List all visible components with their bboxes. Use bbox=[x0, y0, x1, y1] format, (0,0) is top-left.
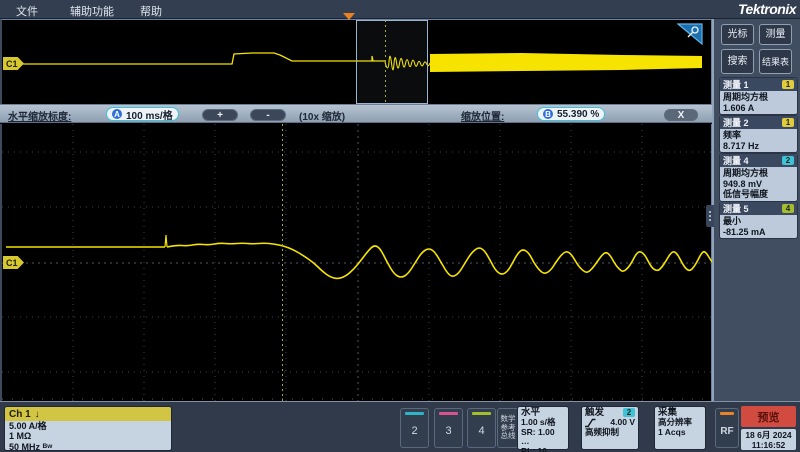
record-length: RL: 10 Mpts bbox=[521, 447, 565, 452]
measurement-value: 8.717 Hz bbox=[723, 141, 794, 152]
zoom-scale-control[interactable]: A 100 ms/格 bbox=[106, 107, 179, 121]
overview-zoom-icon[interactable] bbox=[677, 23, 703, 45]
cursor-button[interactable]: 光标 bbox=[721, 24, 754, 45]
menu-file[interactable]: 文件 bbox=[16, 3, 38, 19]
knob-a-icon: A bbox=[112, 109, 122, 119]
date-label: 18 6月 2024 bbox=[745, 430, 791, 440]
channel1-scale: 5.00 A/格 bbox=[9, 421, 167, 431]
acquisition-badge[interactable]: 采集 高分辨率 1 Acqs bbox=[654, 406, 706, 450]
channel4-button[interactable]: 4 bbox=[467, 408, 496, 448]
acquisition-count: 1 Acqs bbox=[658, 428, 702, 438]
zoom-control-bar: 水平缩放标度: A 100 ms/格 + - (10x 缩放) 缩放位置: B … bbox=[0, 104, 712, 123]
channel1-bandwidth: 50 MHz bbox=[9, 442, 40, 451]
measurement-title: 测量 4 bbox=[723, 154, 749, 167]
menu-help[interactable]: 帮助 bbox=[140, 3, 162, 19]
measurement-title: 测量 5 bbox=[723, 202, 749, 215]
tektronix-logo: Tektronix bbox=[738, 1, 796, 17]
channel1-badge[interactable]: Ch 1 ↓ 5.00 A/格 1 MΩ 50 MHz Bw bbox=[4, 406, 172, 451]
channel1-label: Ch 1 bbox=[9, 409, 31, 420]
measurement-value: 949.8 mV bbox=[723, 179, 794, 190]
trigger-mode: 高频抑制 bbox=[585, 428, 635, 438]
zoom-factor-label: (10x 缩放) bbox=[299, 108, 345, 123]
rf-button[interactable]: RF bbox=[715, 408, 739, 448]
preview-button[interactable]: 预览 bbox=[741, 406, 796, 427]
channel4-label: 4 bbox=[478, 415, 484, 447]
datetime-badge: 18 6月 2024 11:16:52 bbox=[741, 429, 796, 450]
bottom-bar: Ch 1 ↓ 5.00 A/格 1 MΩ 50 MHz Bw 2 3 4 数学 参… bbox=[0, 401, 800, 452]
overview-trace-flat bbox=[6, 53, 385, 64]
channel3-label: 3 bbox=[445, 415, 451, 447]
sample-rate: SR: 1.00 … bbox=[521, 428, 565, 448]
main-trace-oscillation bbox=[167, 243, 712, 278]
measurement-type: 周期均方根 bbox=[723, 168, 794, 179]
math-ref-bus-button[interactable]: 数学 参考 总线 bbox=[497, 408, 519, 448]
time-label: 11:16:52 bbox=[752, 440, 786, 450]
measurement-title: 测量 2 bbox=[723, 116, 749, 129]
source-chip: 2 bbox=[782, 156, 794, 165]
main-trace-spike bbox=[165, 235, 167, 247]
zoom-scale-label[interactable]: 水平缩放标度: bbox=[8, 108, 71, 123]
bandwidth-icon: Bw bbox=[43, 443, 53, 450]
oscilloscope-screen: 文件 辅助功能 帮助 Tektronix C1 水平缩放标度: A 100 ms… bbox=[0, 0, 800, 452]
measurement-badge-1[interactable]: 测量 1 1 周期均方根1.606 A bbox=[719, 77, 798, 115]
measurement-warning: 低信号幅度 bbox=[723, 189, 794, 200]
source-chip: 1 bbox=[782, 80, 794, 89]
zoom-out-button[interactable]: - bbox=[250, 109, 286, 121]
measure-button[interactable]: 测量 bbox=[759, 24, 792, 45]
measurement-badge-2[interactable]: 测量 2 1 频率8.717 Hz bbox=[719, 115, 798, 153]
measurement-badge-5[interactable]: 测量 5 4 最小-81.25 mA bbox=[719, 201, 798, 239]
drawer-handle[interactable] bbox=[706, 205, 714, 227]
trigger-title: 触发 bbox=[585, 408, 604, 418]
main-waveform-display[interactable]: C1 bbox=[0, 124, 712, 401]
zoom-position-control[interactable]: B 55.390 % bbox=[537, 107, 605, 121]
source-chip: 1 bbox=[782, 118, 794, 127]
zoom-position-label[interactable]: 缩放位置: bbox=[461, 108, 504, 123]
knob-b-icon: B bbox=[543, 109, 553, 119]
zoom-position-value: 55.390 % bbox=[557, 109, 599, 120]
menu-utility[interactable]: 辅助功能 bbox=[70, 3, 114, 19]
zoom-in-button[interactable]: + bbox=[202, 109, 238, 121]
channel1-impedance: 1 MΩ bbox=[9, 431, 167, 441]
waveform-overview[interactable]: C1 bbox=[0, 19, 712, 104]
zoom-scale-value: 100 ms/格 bbox=[126, 107, 173, 122]
channel3-button[interactable]: 3 bbox=[434, 408, 463, 448]
measurement-type: 周期均方根 bbox=[723, 92, 794, 103]
measurement-badge-4[interactable]: 测量 4 2 周期均方根949.8 mV低信号幅度 bbox=[719, 153, 798, 202]
menu-bar: 文件 辅助功能 帮助 Tektronix bbox=[0, 0, 800, 19]
rf-label: RF bbox=[720, 415, 733, 447]
trigger-position-marker-icon[interactable] bbox=[343, 13, 355, 20]
channel2-label: 2 bbox=[411, 415, 417, 447]
main-trigger-position-line bbox=[282, 124, 283, 401]
measurement-type: 频率 bbox=[723, 130, 794, 141]
measurement-value: -81.25 mA bbox=[723, 227, 794, 238]
results-table-button[interactable]: 结果表 bbox=[759, 49, 792, 74]
graticule-svg bbox=[2, 124, 712, 401]
search-button[interactable]: 搜索 bbox=[721, 49, 754, 74]
trigger-badge[interactable]: 触发2 4.00 V 高频抑制 bbox=[581, 406, 639, 450]
source-chip: 4 bbox=[782, 204, 794, 213]
sidebar: 光标 测量 搜索 结果表 测量 11 周期均方根1.606 A 测量 21 频率… bbox=[712, 19, 800, 401]
measurement-title: 测量 1 bbox=[723, 78, 749, 91]
horizontal-badge[interactable]: 水平 1.00 s/格 SR: 1.00 … RL: 10 Mpts bbox=[517, 406, 569, 450]
zoom-close-button[interactable]: X bbox=[664, 109, 698, 121]
measurement-type: 最小 bbox=[723, 216, 794, 227]
measurement-value: 1.606 A bbox=[723, 103, 794, 114]
channel2-button[interactable]: 2 bbox=[400, 408, 429, 448]
overview-trace-band bbox=[430, 53, 702, 72]
zoom-window-box[interactable] bbox=[356, 20, 428, 104]
arrow-down-icon: ↓ bbox=[35, 409, 40, 420]
